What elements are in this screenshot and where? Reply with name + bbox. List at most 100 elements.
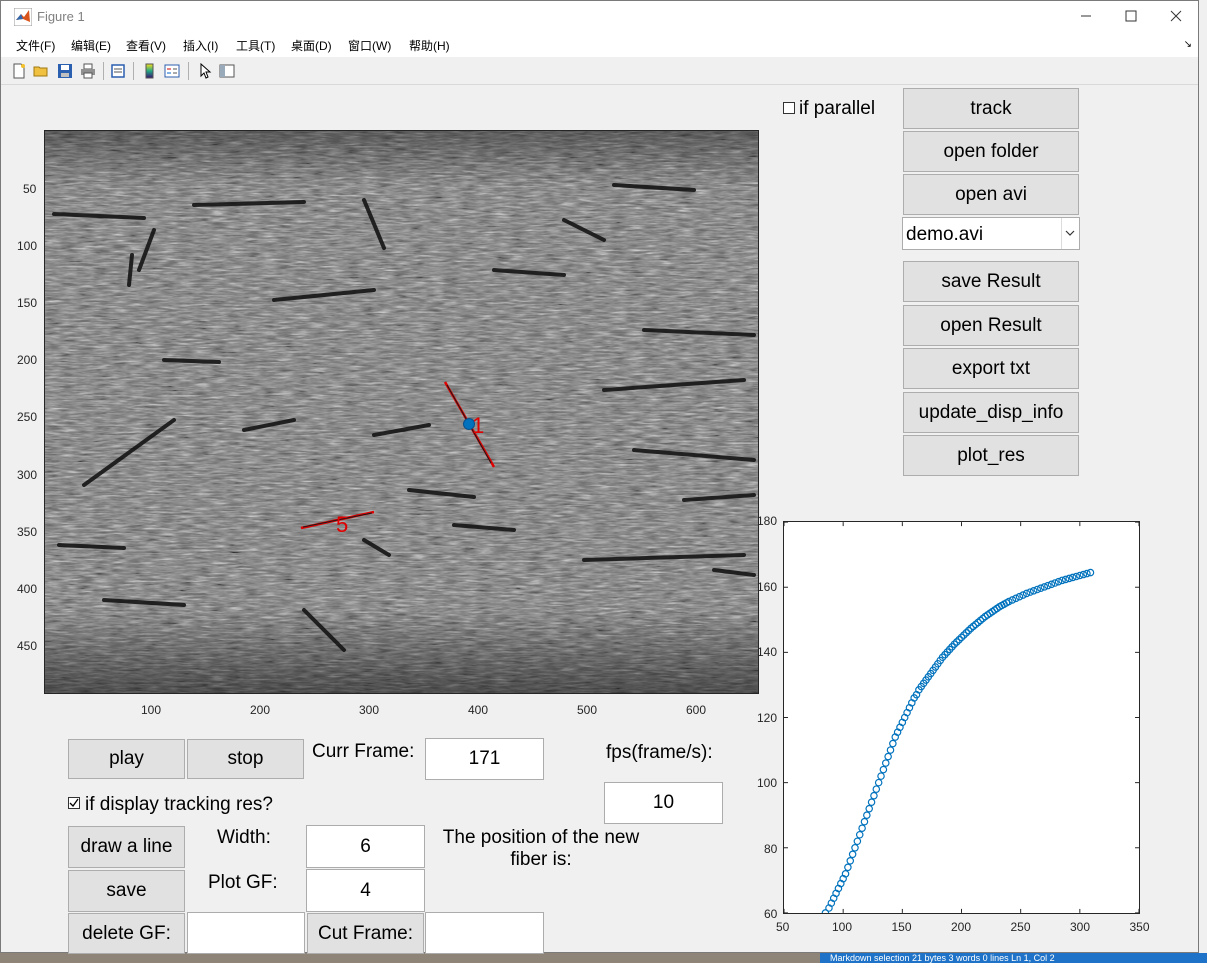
fps-label: fps(frame/s): [606,742,713,763]
legend-icon[interactable] [164,63,180,79]
plot-ytick-label: 80 [764,841,778,856]
width-label: Width: [217,827,271,848]
menu-file[interactable]: 文件(F) [16,37,55,54]
plot-xtick-label: 50 [776,920,790,934]
file-select-value: demo.avi [906,224,984,245]
data-point [867,798,876,806]
open-result-button[interactable]: open Result [903,305,1079,346]
video-frame-axes[interactable]: 1 5 [44,130,759,694]
minimize-button[interactable] [1063,1,1109,31]
image-ytick-label: 50 [23,182,37,196]
plot-ytick-label: 180 [757,514,778,528]
curr-frame-label: Curr Frame: [312,741,415,762]
plot-xtick-label: 150 [891,920,912,934]
open-folder-icon[interactable] [33,63,49,79]
track-button[interactable]: track [903,88,1079,129]
data-point [846,857,855,865]
image-ytick-label: 350 [17,525,38,539]
plot-gf-field[interactable]: 4 [306,869,425,912]
update-disp-info-button[interactable]: update_disp_info [903,392,1079,433]
data-point [865,804,873,813]
close-button[interactable] [1153,1,1199,31]
menu-insert[interactable]: 插入(I) [183,37,218,54]
cut-frame-field[interactable] [425,912,544,954]
plot-xtick-label: 300 [1070,920,1091,934]
export-txt-button[interactable]: export txt [903,348,1079,389]
open-folder-button[interactable]: open folder [903,131,1079,172]
background-window-edge [1199,0,1207,963]
menu-help[interactable]: 帮助(H) [409,37,450,54]
delete-gf-field[interactable] [187,912,305,954]
fps-field[interactable]: 10 [604,782,723,824]
data-point [886,746,895,754]
toolbar-separator [103,62,104,80]
save-button[interactable]: save [68,870,185,912]
draw-line-button[interactable]: draw a line [68,826,185,868]
menu-overflow-icon[interactable]: ↘ [1184,39,1192,50]
open-avi-button[interactable]: open avi [903,174,1079,215]
image-xtick-label: 300 [359,703,380,717]
width-field[interactable]: 6 [306,825,425,868]
print-icon[interactable] [80,63,96,79]
result-plot-axes[interactable] [783,521,1140,914]
colorbar-icon[interactable] [142,63,158,79]
plot-ytick-label: 160 [757,579,778,594]
if-display-checkbox[interactable] [68,797,80,809]
data-point [848,850,857,859]
new-file-icon[interactable] [11,63,27,79]
new-fiber-position-text: The position of the new fiber is: [442,827,640,870]
stop-button[interactable]: stop [187,739,304,779]
fiber-label-1: 1 [472,413,484,438]
menu-tools[interactable]: 工具(T) [236,37,275,54]
plot-xtick-label: 350 [1129,920,1150,934]
curr-frame-field[interactable]: 171 [425,738,544,780]
toolbar-separator [188,62,189,80]
menu-desktop[interactable]: 桌面(D) [291,37,332,54]
data-point [874,778,883,787]
background-status-bar: Markdown selection 21 bytes 3 words 0 li… [820,953,1207,963]
image-ytick-label: 250 [17,410,38,424]
menu-window[interactable]: 窗口(W) [348,37,391,54]
if-parallel-label: if parallel [799,98,876,119]
file-select-dropdown[interactable]: demo.avi [902,217,1080,250]
image-xtick-label: 400 [468,703,489,717]
maximize-button[interactable] [1108,1,1154,31]
plot-ytick-label: 120 [757,710,778,725]
data-point [884,752,892,761]
image-ytick-label: 300 [17,468,38,482]
plot-ytick-label: 140 [757,645,778,659]
toolbar [1,58,1198,85]
pointer-icon[interactable] [197,63,213,79]
image-ytick-label: 100 [17,239,38,253]
image-xtick-label: 500 [577,703,598,717]
save-icon[interactable] [57,63,73,79]
data-point [879,765,888,774]
save-result-button[interactable]: save Result [903,261,1079,302]
plot-ytick-label: 60 [764,907,778,921]
title-bar: Figure 1 [1,1,1198,33]
dropdown-divider [1061,218,1062,249]
plot-xtick-label: 200 [951,920,972,934]
menu-edit[interactable]: 编辑(E) [71,37,111,54]
data-point [872,785,881,793]
data-point [855,830,864,839]
delete-gf-button[interactable]: delete GF: [68,913,185,954]
if-display-label: if display tracking res? [85,794,273,815]
data-point [851,843,859,852]
data-point [889,739,897,748]
data-point [863,811,871,819]
data-point [860,817,869,826]
cut-frame-button[interactable]: Cut Frame: [307,913,424,954]
toolbar-separator [133,62,134,80]
plot-res-button[interactable]: plot_res [903,435,1079,476]
print-preview-icon[interactable] [110,63,126,79]
data-point [844,863,852,872]
matlab-logo-icon [14,8,32,26]
data-point [881,759,890,767]
plot-xtick-label: 100 [832,920,853,934]
menu-view[interactable]: 查看(V) [126,37,166,54]
if-parallel-checkbox[interactable] [783,102,795,114]
play-button[interactable]: play [68,739,185,779]
plot-xtick-label: 250 [1010,920,1031,934]
property-editor-icon[interactable] [219,63,235,79]
